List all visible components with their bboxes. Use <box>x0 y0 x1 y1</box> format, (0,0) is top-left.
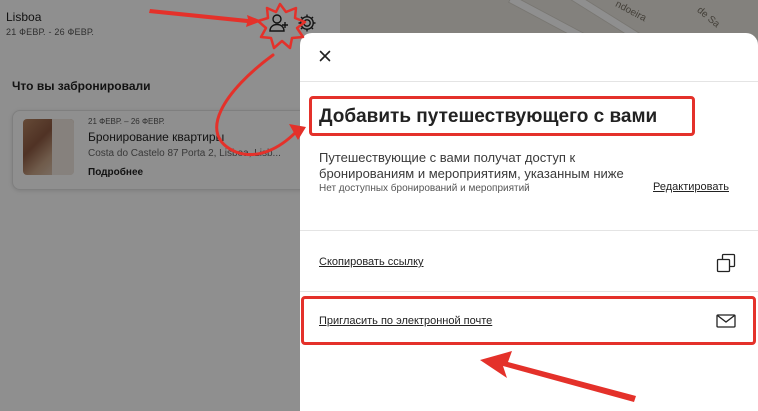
section-divider <box>300 230 758 231</box>
modal-description: Путешествующие с вами получат доступ к б… <box>319 150 624 181</box>
no-bookings-text: Нет доступных бронирований и мероприятий <box>319 183 530 194</box>
close-icon <box>319 49 331 67</box>
copy-link-button[interactable]: Скопировать ссылку <box>319 256 424 268</box>
close-button[interactable] <box>314 47 336 69</box>
modal-header-divider <box>300 81 758 82</box>
add-traveler-modal: Добавить путешествующего с вами Путешест… <box>300 33 758 411</box>
title-highlight-box <box>309 96 695 136</box>
edit-link[interactable]: Редактировать <box>653 181 729 193</box>
copy-icon[interactable] <box>715 252 737 274</box>
email-highlight-box <box>301 296 756 345</box>
section-divider <box>300 291 758 292</box>
